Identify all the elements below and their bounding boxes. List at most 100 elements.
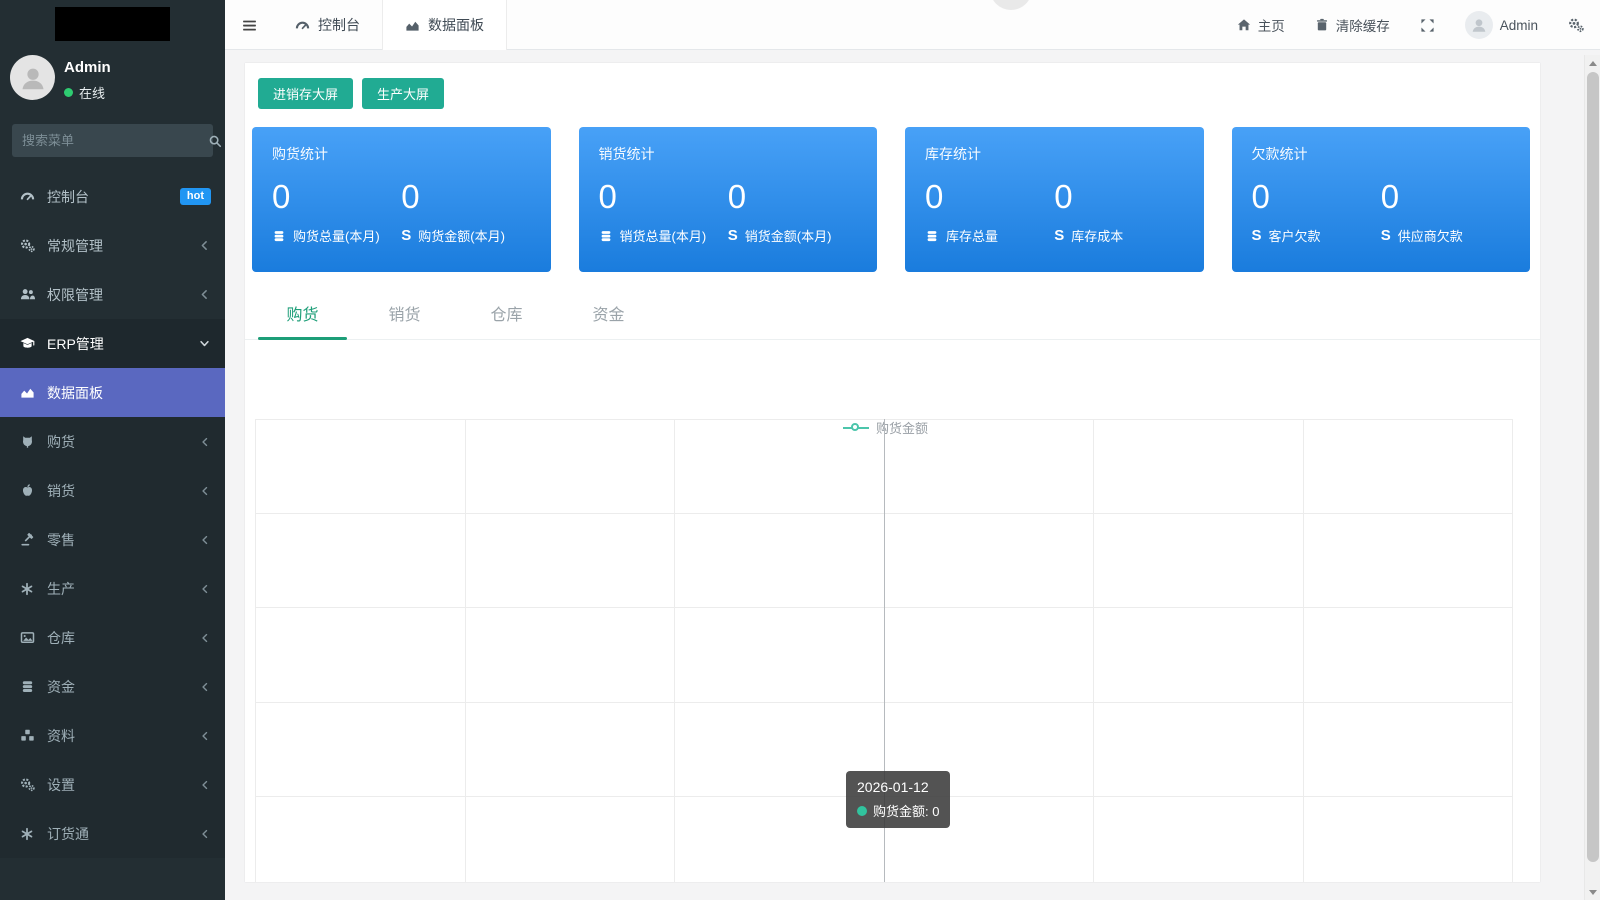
sidebar-item-funds[interactable]: 资金 bbox=[0, 662, 225, 711]
navbar-tab-console[interactable]: 控制台 bbox=[273, 0, 382, 50]
apple-icon bbox=[18, 483, 36, 498]
production-bigscreen-button[interactable]: 生产大屏 bbox=[362, 78, 444, 109]
sidebar-item-production[interactable]: 生产 bbox=[0, 564, 225, 613]
fullscreen-button[interactable] bbox=[1420, 18, 1435, 33]
gears-icon bbox=[18, 238, 36, 253]
sidebar-item-label: 仓库 bbox=[47, 628, 199, 648]
sidebar: Admin 在线 控制台 hot 常规管理 bbox=[0, 0, 225, 900]
stat-value: 0 bbox=[1054, 176, 1183, 217]
top-navbar: 控制台 数据面板 主页 清除缓存 Admin bbox=[225, 0, 1600, 50]
sidebar-search bbox=[12, 124, 213, 157]
clear-cache-label: 清除缓存 bbox=[1336, 15, 1390, 35]
stat-card-title: 欠款统计 bbox=[1252, 144, 1511, 164]
chevron-down-icon bbox=[198, 337, 211, 350]
tab-sales[interactable]: 销货 bbox=[360, 295, 449, 339]
app-logo[interactable] bbox=[55, 7, 170, 41]
stat-label: 销货总量(本月) bbox=[620, 226, 707, 245]
sidebar-item-sales[interactable]: 销货 bbox=[0, 466, 225, 515]
series-dot-icon bbox=[857, 806, 867, 816]
erp-dashboard-page: Admin 在线 控制台 hot 常规管理 bbox=[0, 0, 1600, 900]
chevron-left-icon bbox=[199, 632, 211, 644]
graduation-cap-icon bbox=[18, 336, 36, 351]
chevron-left-icon bbox=[199, 436, 211, 448]
stat-card-debt: 欠款统计 0 S客户欠款 0 S供应商欠款 bbox=[1232, 127, 1531, 272]
stat-value: 0 bbox=[1252, 176, 1381, 217]
money-icon: S bbox=[1252, 228, 1262, 243]
fullscreen-icon bbox=[1420, 18, 1435, 33]
stat-card-purchase: 购货统计 0 购货总量(本月) 0 S购货金额(本月) bbox=[252, 127, 551, 272]
purchase-amount-chart: 购货金额 01-092026-01-102026-01-112026-01-12… bbox=[245, 340, 1540, 882]
big-screen-buttons: 进销存大屏 生产大屏 bbox=[258, 78, 444, 109]
vertical-scrollbar[interactable] bbox=[1584, 55, 1600, 900]
tab-funds[interactable]: 资金 bbox=[564, 295, 653, 339]
database-icon bbox=[18, 679, 36, 694]
user-name: Admin bbox=[64, 59, 111, 76]
sidebar-item-dashboard[interactable]: 控制台 hot bbox=[0, 172, 225, 221]
home-label: 主页 bbox=[1258, 15, 1285, 35]
scroll-up-arrow-icon[interactable] bbox=[1585, 55, 1600, 71]
users-icon bbox=[18, 287, 36, 302]
asterisk-icon bbox=[18, 827, 36, 841]
asterisk-icon bbox=[18, 582, 36, 596]
avatar bbox=[1465, 11, 1493, 39]
tab-purchase[interactable]: 购货 bbox=[258, 295, 347, 339]
stat-label: 库存总量 bbox=[946, 226, 998, 245]
search-input[interactable] bbox=[12, 124, 208, 157]
navbar-user-name: Admin bbox=[1500, 18, 1538, 33]
sidebar-item-settings[interactable]: 设置 bbox=[0, 760, 225, 809]
trash-icon bbox=[1315, 18, 1329, 32]
settings-button[interactable] bbox=[1568, 17, 1584, 33]
top-notch bbox=[990, 0, 1032, 10]
image-icon bbox=[18, 630, 36, 645]
sidebar-item-dinghuotong[interactable]: 订货通 bbox=[0, 809, 225, 858]
money-icon: S bbox=[728, 228, 738, 243]
clear-cache-link[interactable]: 清除缓存 bbox=[1315, 15, 1390, 35]
sidebar-item-label: 资金 bbox=[47, 677, 199, 697]
section-tabs: 购货 销货 仓库 资金 bbox=[245, 295, 1540, 340]
chevron-left-icon bbox=[199, 681, 211, 693]
chevron-left-icon bbox=[199, 583, 211, 595]
stat-label: 销货金额(本月) bbox=[745, 226, 832, 245]
money-icon: S bbox=[1381, 228, 1391, 243]
user-menu[interactable]: Admin bbox=[1465, 11, 1538, 39]
chevron-left-icon bbox=[199, 534, 211, 546]
stat-label: 客户欠款 bbox=[1269, 226, 1321, 245]
avatar[interactable] bbox=[10, 55, 55, 100]
hamburger-menu-icon[interactable] bbox=[225, 0, 273, 50]
chevron-left-icon bbox=[199, 730, 211, 742]
chevron-left-icon bbox=[199, 779, 211, 791]
stat-cards-row: 购货统计 0 购货总量(本月) 0 S购货金额(本月) 销货统计 0 bbox=[252, 127, 1530, 272]
sidebar-item-warehouse[interactable]: 仓库 bbox=[0, 613, 225, 662]
sidebar-item-general-mgmt[interactable]: 常规管理 bbox=[0, 221, 225, 270]
stat-value: 0 bbox=[401, 176, 530, 217]
sidebar-item-label: 销货 bbox=[47, 481, 199, 501]
sidebar-item-materials[interactable]: 资料 bbox=[0, 711, 225, 760]
chart-tooltip: 2026-01-12 购货金额: 0 bbox=[846, 771, 950, 828]
stat-card-title: 库存统计 bbox=[925, 144, 1184, 164]
sidebar-item-permission-mgmt[interactable]: 权限管理 bbox=[0, 270, 225, 319]
sidebar-item-purchase[interactable]: 购货 bbox=[0, 417, 225, 466]
sidebar-item-label: 设置 bbox=[47, 775, 199, 795]
stat-label: 购货金额(本月) bbox=[418, 226, 505, 245]
scrollbar-thumb[interactable] bbox=[1587, 72, 1599, 862]
money-icon: S bbox=[1054, 228, 1064, 243]
tab-warehouse[interactable]: 仓库 bbox=[462, 295, 551, 339]
stat-card-inventory: 库存统计 0 库存总量 0 S库存成本 bbox=[905, 127, 1204, 272]
sidebar-item-label: ERP管理 bbox=[47, 334, 198, 354]
scroll-down-arrow-icon[interactable] bbox=[1585, 884, 1600, 900]
sidebar-item-label: 权限管理 bbox=[47, 285, 198, 305]
search-icon[interactable] bbox=[208, 124, 222, 157]
sidebar-item-data-panel[interactable]: 数据面板 bbox=[0, 368, 225, 417]
money-icon: S bbox=[401, 228, 411, 243]
sidebar-item-erp-mgmt[interactable]: ERP管理 bbox=[0, 319, 225, 368]
inventory-bigscreen-button[interactable]: 进销存大屏 bbox=[258, 78, 353, 109]
navbar-tab-label: 控制台 bbox=[318, 15, 360, 35]
hot-badge: hot bbox=[180, 188, 211, 205]
home-link[interactable]: 主页 bbox=[1237, 15, 1285, 35]
navbar-tab-data-panel[interactable]: 数据面板 bbox=[382, 0, 507, 50]
gauge-icon bbox=[295, 18, 310, 33]
user-status: 在线 bbox=[64, 83, 111, 102]
stat-label: 库存成本 bbox=[1071, 226, 1123, 245]
sidebar-item-retail[interactable]: 零售 bbox=[0, 515, 225, 564]
sidebar-item-label: 控制台 bbox=[47, 187, 180, 207]
